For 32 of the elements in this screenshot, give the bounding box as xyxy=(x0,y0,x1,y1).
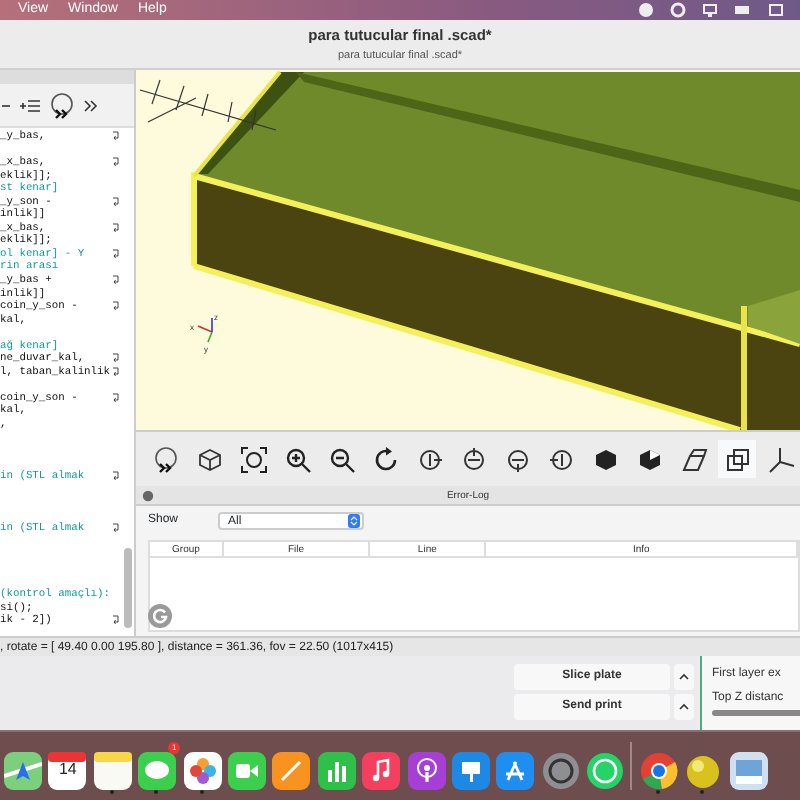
music-note-icon[interactable] xyxy=(362,751,401,790)
battery-icon[interactable] xyxy=(734,2,752,18)
video-camera-icon[interactable] xyxy=(227,751,266,790)
settings-icon[interactable] xyxy=(541,751,580,790)
messages-icon[interactable] xyxy=(138,751,177,790)
slider-track[interactable] xyxy=(712,710,800,716)
chrome-icon[interactable] xyxy=(639,751,678,790)
caret-icon[interactable] xyxy=(674,664,694,690)
stepper-icon[interactable] xyxy=(348,514,361,528)
grammar-assistant-icon[interactable] xyxy=(148,604,172,628)
axis-ruler-drawing xyxy=(139,79,277,131)
app-store-icon[interactable] xyxy=(496,751,535,790)
podium-icon[interactable] xyxy=(451,751,490,790)
control-center-icon[interactable] xyxy=(768,2,784,18)
orthogonal-icon[interactable] xyxy=(718,440,757,478)
podcast-icon[interactable] xyxy=(407,751,446,790)
indent-icon[interactable] xyxy=(20,97,40,113)
display-icon[interactable] xyxy=(702,2,718,18)
photos-icon[interactable] xyxy=(183,751,222,790)
bar-chart-icon[interactable] xyxy=(317,751,356,790)
ball-icon[interactable] xyxy=(684,751,723,790)
chat-bubble-icon[interactable] xyxy=(586,751,625,790)
map-icon[interactable] xyxy=(4,751,42,790)
preview-app-icon[interactable] xyxy=(729,751,768,790)
close-icon[interactable] xyxy=(142,490,154,502)
chevron-icon[interactable] xyxy=(84,99,98,111)
caret-icon[interactable] xyxy=(674,694,694,720)
scrollbar[interactable] xyxy=(124,548,132,628)
notes-icon[interactable] xyxy=(93,751,132,790)
calendar-icon[interactable]: 14 xyxy=(48,747,87,785)
pen-icon[interactable] xyxy=(272,751,311,790)
preview-icon[interactable] xyxy=(48,91,76,119)
